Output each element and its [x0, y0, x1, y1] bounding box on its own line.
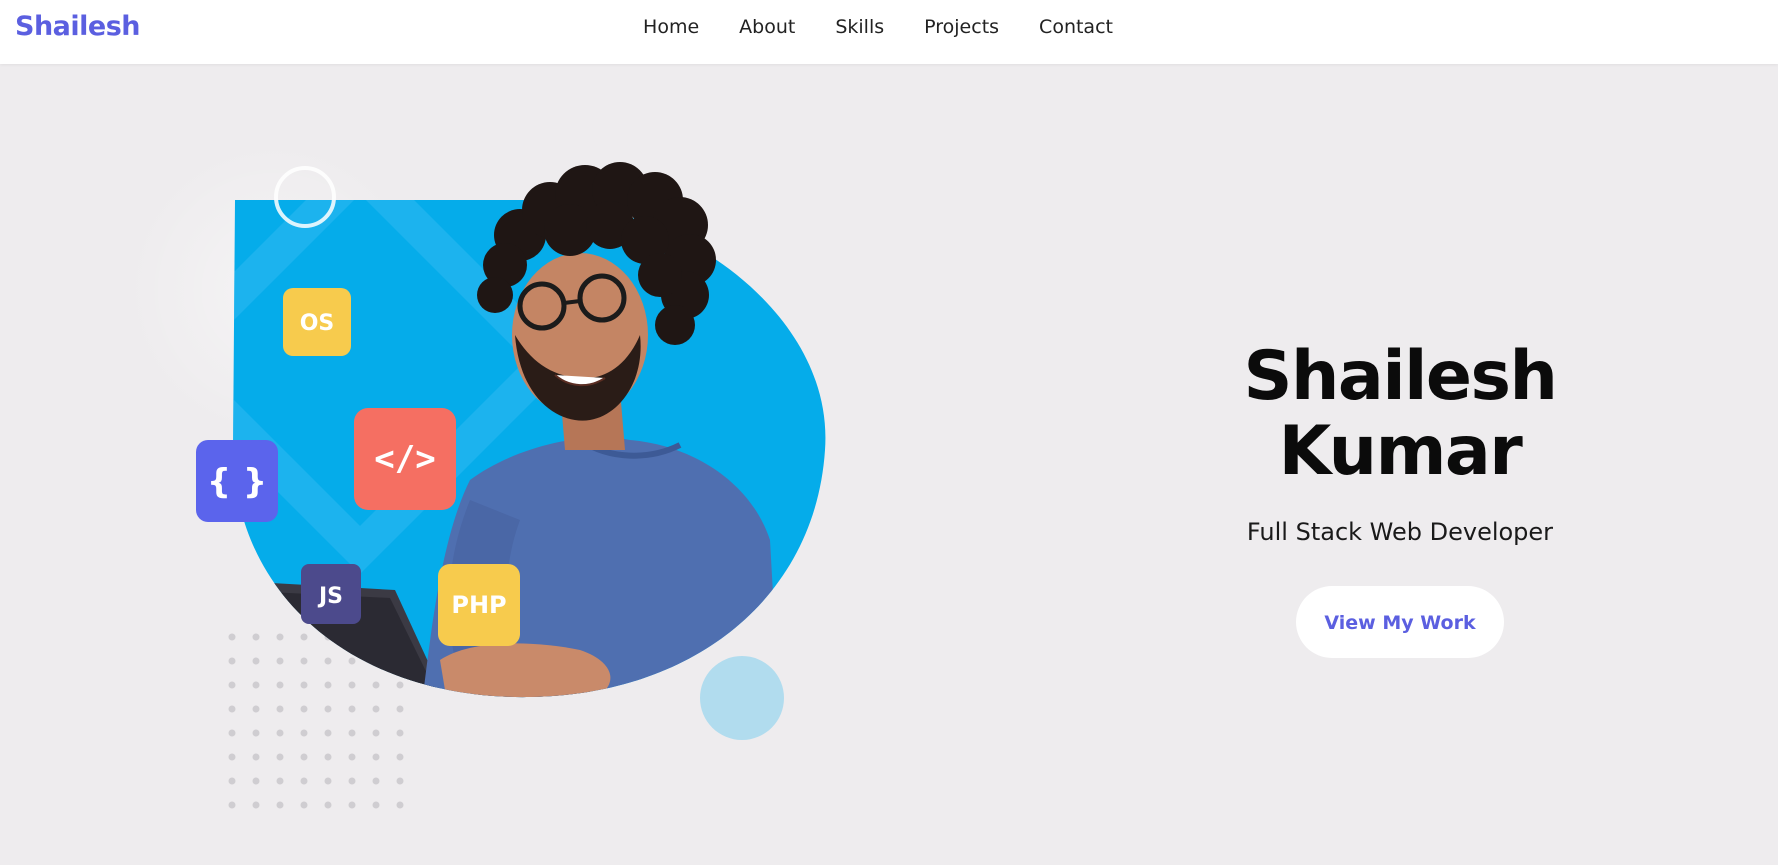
nav-item-contact: Contact — [1019, 16, 1133, 38]
code-badge-icon: </> — [354, 408, 456, 510]
navbar: Shailesh Home About Skills Projects Cont… — [0, 0, 1778, 64]
bubble-decoration — [700, 656, 784, 740]
nav-menu: Home About Skills Projects Contact — [0, 16, 1767, 38]
js-badge-icon: JS — [301, 564, 361, 624]
braces-badge-label: { } — [207, 462, 267, 502]
code-badge-label: </> — [374, 439, 435, 479]
nav-link-projects[interactable]: Projects — [924, 16, 999, 38]
nav-link-contact[interactable]: Contact — [1039, 16, 1113, 38]
nav-item-projects: Projects — [904, 16, 1019, 38]
hero-content: Shailesh Kumar Full Stack Web Developer … — [1120, 337, 1680, 658]
nav-link-about[interactable]: About — [739, 16, 795, 38]
js-badge-label: JS — [317, 584, 343, 609]
php-badge-icon: PHP — [438, 564, 520, 646]
nav-item-about: About — [719, 16, 815, 38]
nav-link-skills[interactable]: Skills — [835, 16, 884, 38]
os-badge-icon: OS — [283, 288, 351, 356]
php-badge-label: PHP — [451, 591, 506, 619]
hero-illustration: OS </> { } JS PHP — [110, 120, 840, 820]
hero-title: Shailesh Kumar — [1243, 337, 1558, 491]
nav-link-home[interactable]: Home — [643, 16, 699, 38]
nav-item-home: Home — [623, 16, 719, 38]
view-my-work-button[interactable]: View My Work — [1296, 585, 1504, 658]
hero-illustration-svg: OS </> { } JS PHP — [125, 140, 826, 809]
hero-subtitle: Full Stack Web Developer — [1246, 517, 1554, 546]
os-badge-label: OS — [300, 311, 335, 336]
braces-badge-icon: { } — [196, 440, 278, 522]
nav-item-skills: Skills — [815, 16, 904, 38]
